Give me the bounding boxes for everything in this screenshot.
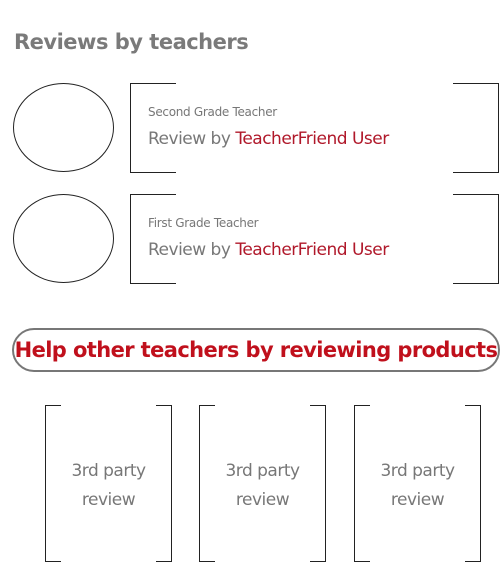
third-party-review-card[interactable]: 3rd party review [199, 405, 326, 562]
third-party-review-label: 3rd party review [225, 461, 300, 510]
section-title: Reviews by teachers [14, 30, 249, 54]
review-frame-left [130, 194, 176, 284]
third-party-review-label: 3rd party review [71, 461, 146, 510]
reviewer-role: Second Grade Teacher [148, 105, 277, 119]
reviewer-role: First Grade Teacher [148, 216, 259, 230]
third-party-review-label: 3rd party review [380, 461, 455, 510]
review-item: Second Grade Teacher Review by TeacherFr… [0, 83, 503, 178]
review-by-label: Review by [148, 240, 236, 260]
review-frame-left [130, 83, 176, 173]
avatar-placeholder [13, 194, 114, 283]
review-frame-right [453, 194, 499, 284]
reviewer-link[interactable]: TeacherFriend User [235, 129, 389, 149]
review-byline: Review by TeacherFriend User [148, 240, 389, 260]
review-products-button[interactable]: Help other teachers by reviewing product… [12, 328, 500, 372]
third-party-review-card[interactable]: 3rd party review [45, 405, 172, 562]
review-item: First Grade Teacher Review by TeacherFri… [0, 194, 503, 289]
review-by-label: Review by [148, 129, 236, 149]
avatar-placeholder [13, 83, 114, 172]
reviewer-link[interactable]: TeacherFriend User [235, 240, 389, 260]
review-frame-right [453, 83, 499, 173]
third-party-review-card[interactable]: 3rd party review [354, 405, 481, 562]
review-byline: Review by TeacherFriend User [148, 129, 389, 149]
